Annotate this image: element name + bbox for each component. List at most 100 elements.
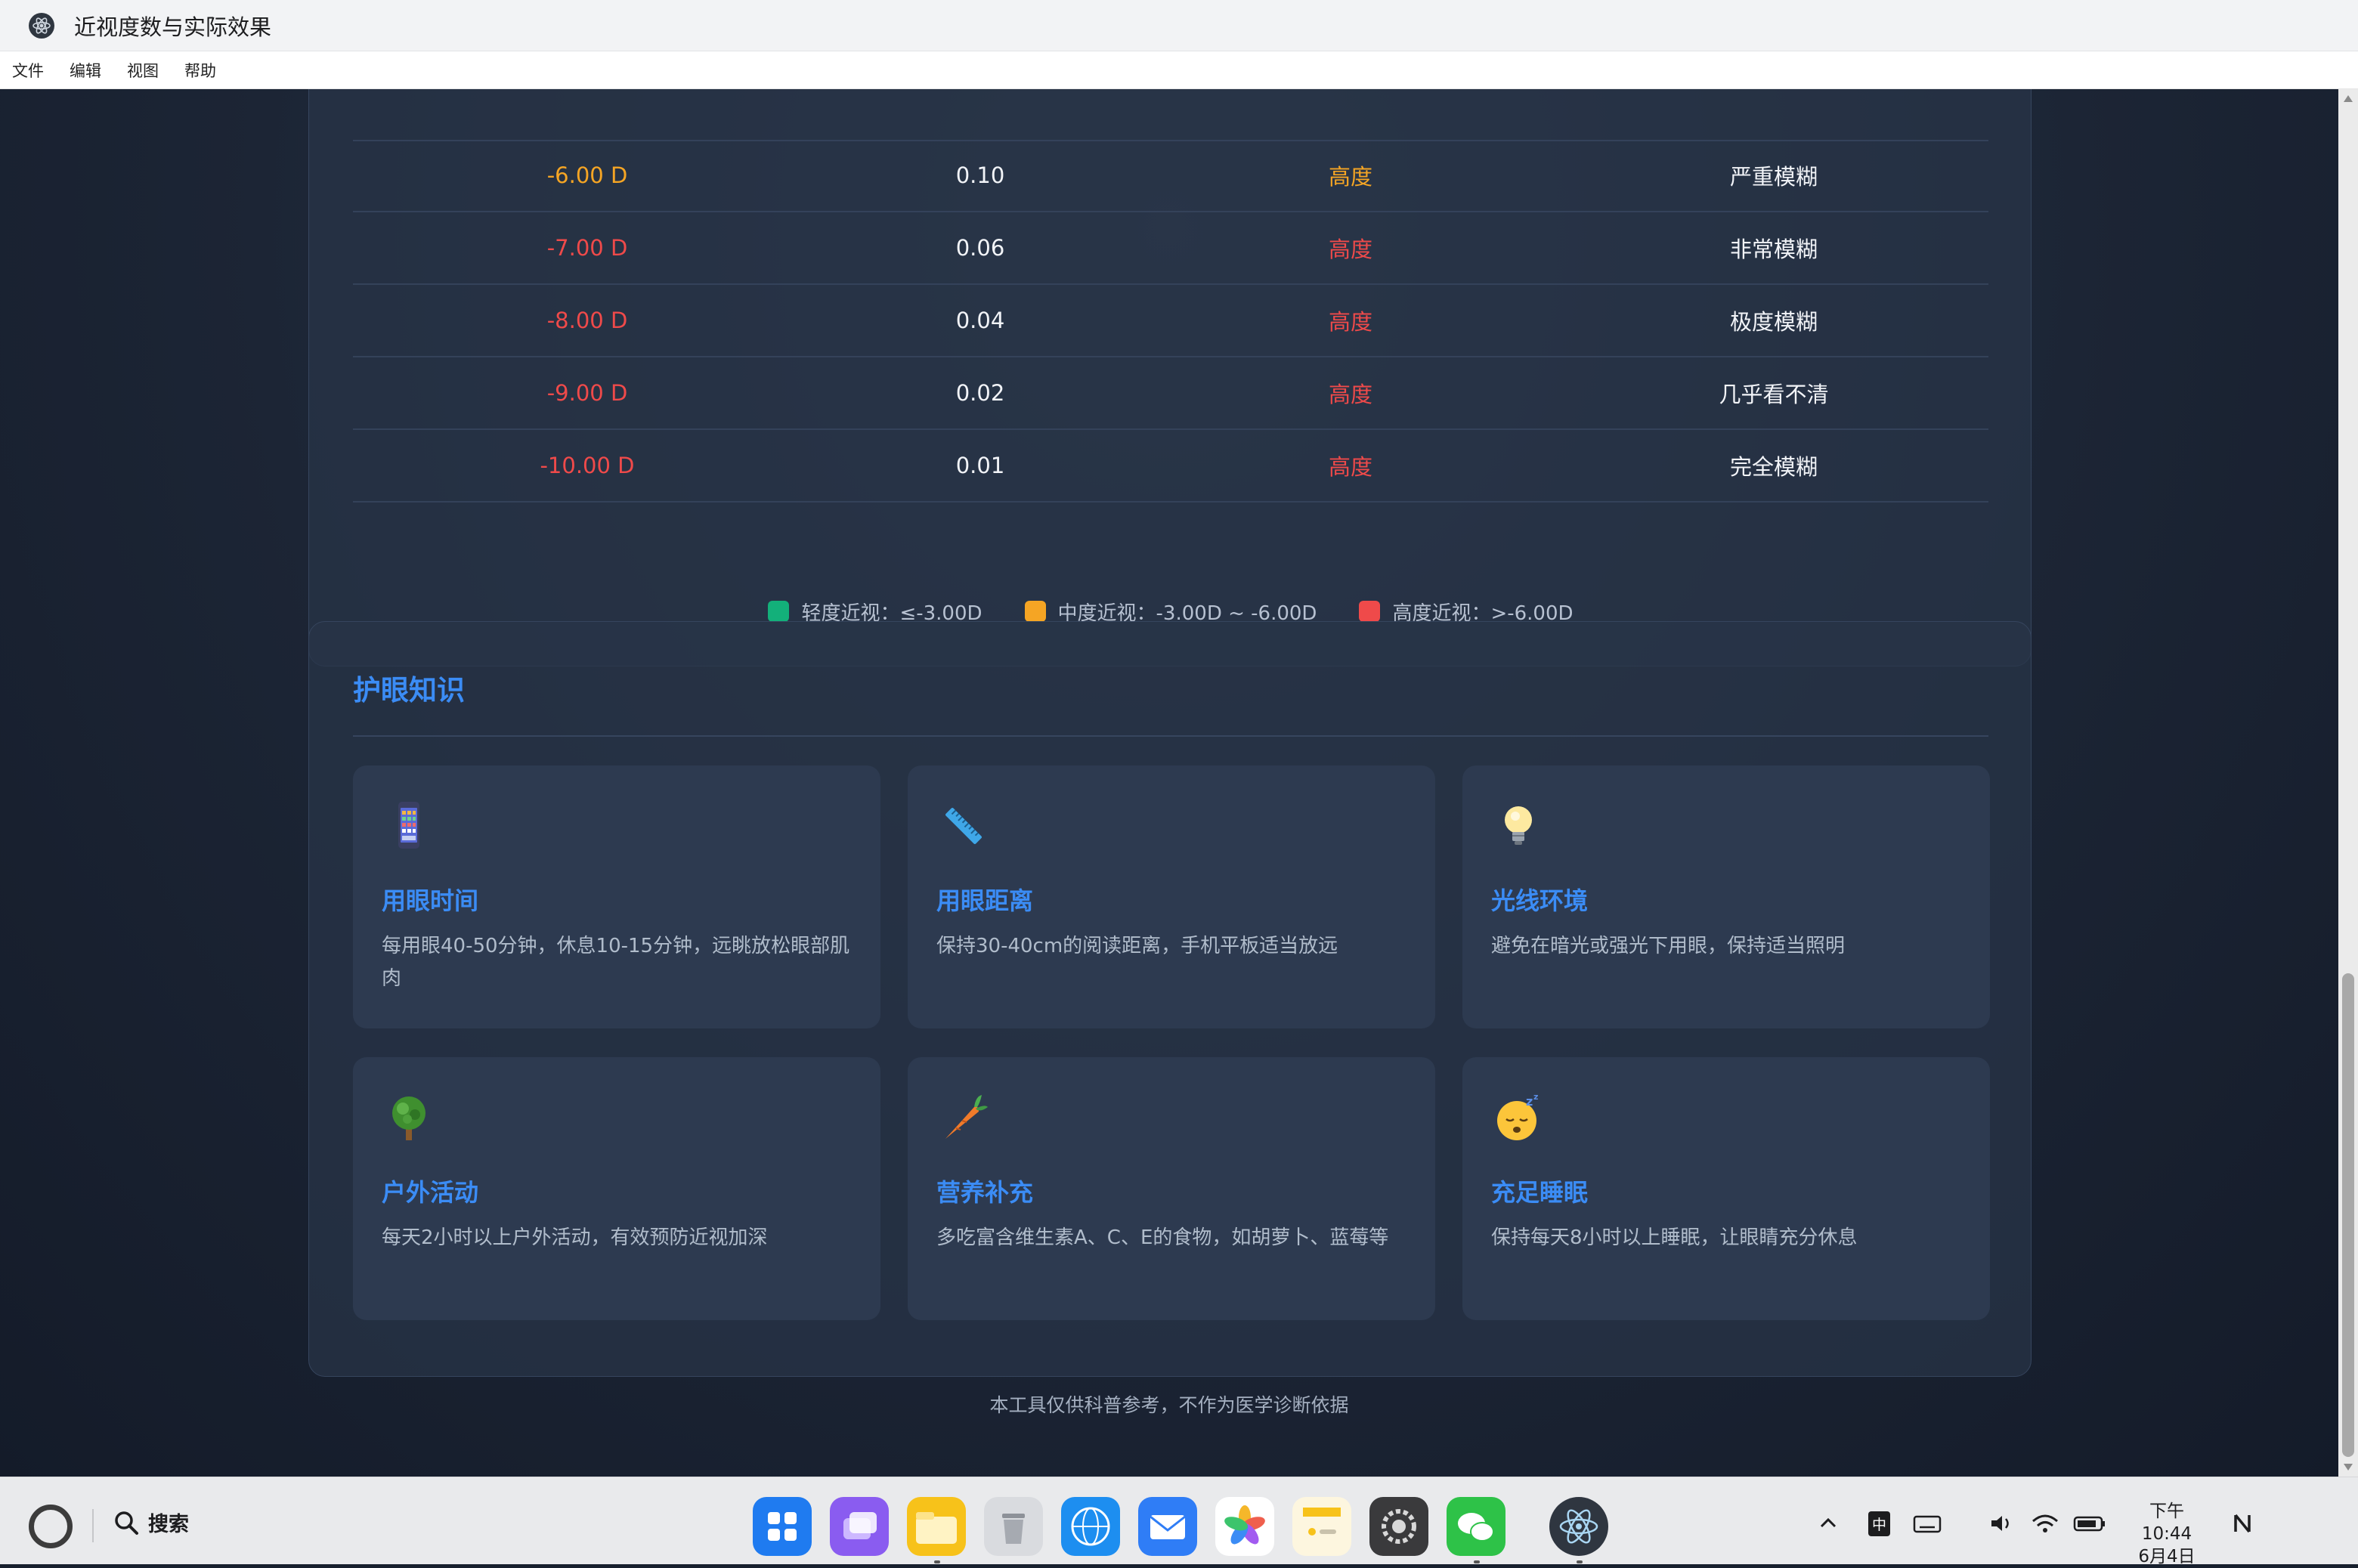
level-cell: 高度 [1328, 382, 1372, 407]
mail-icon[interactable] [1138, 1497, 1197, 1556]
window-title: 近视度数与实际效果 [74, 14, 272, 40]
effect-cell: 几乎看不清 [1719, 382, 1829, 407]
scroll-down-arrow-icon[interactable] [2344, 1464, 2353, 1471]
myopia-table-card: -6.00 D 0.10 高度 严重模糊 -7.00 D 0.06 高度 非常模糊 -8.00 … [308, 89, 2032, 666]
acuity-cell: 0.04 [955, 308, 1005, 333]
tray-expand[interactable] [1817, 1505, 1840, 1542]
tip-title-sleep: 充足睡眠 [1491, 1178, 1589, 1207]
section-divider [353, 735, 1988, 737]
clock-date: 6月4日 [2138, 1547, 2196, 1566]
tip-card-lighting: 光线环境 避免在暗光或强光下用眼，保持适当照明 [1462, 765, 1990, 1028]
table-row: -8.00 D 0.04 高度 极度模糊 [353, 285, 1988, 357]
acuity-cell: 0.10 [955, 162, 1005, 188]
wifi-icon[interactable] [2030, 1512, 2060, 1535]
light-bulb-icon [1491, 799, 1546, 853]
scroll-thumb[interactable] [2342, 973, 2354, 1457]
ruler-icon [936, 799, 991, 853]
tip-card-eye-distance: 用眼距离 保持30-40cm的阅读距离，手机平板适当放远 [908, 765, 1435, 1028]
eye-care-card: 护眼知识 用眼时间 每用眼40-50分钟，休息10-15分钟，远眺放松眼部肌肉 [308, 621, 2032, 1377]
browser-icon[interactable] [1061, 1497, 1120, 1556]
taskbar: 搜索 中 下午10:44 6月4日 [0, 1477, 2358, 1566]
tip-card-sleep: z z 充足睡眠 保持每天8小时以上睡眠，让眼睛充分休息 [1462, 1057, 1990, 1320]
acuity-cell: 0.02 [955, 380, 1005, 406]
tip-title-outdoor: 户外活动 [382, 1178, 479, 1207]
wechat-icon[interactable] [1447, 1497, 1505, 1556]
tip-title-nutrition: 营养补充 [936, 1178, 1034, 1207]
level-cell: 高度 [1328, 454, 1372, 480]
start-button[interactable] [29, 1505, 73, 1548]
multitask-icon[interactable] [830, 1497, 889, 1556]
scroll-up-arrow-icon[interactable] [2344, 95, 2353, 102]
battery-icon[interactable] [2072, 1512, 2107, 1535]
svg-text:z: z [1533, 1092, 1538, 1102]
running-indicator [934, 1560, 940, 1563]
files-icon[interactable] [907, 1497, 966, 1556]
tip-card-eye-time: 用眼时间 每用眼40-50分钟，休息10-15分钟，远眺放松眼部肌肉 [353, 765, 880, 1028]
tray-icons [1912, 1505, 2107, 1542]
effect-cell: 非常模糊 [1729, 237, 1818, 262]
legend-swatch-moderate [1024, 601, 1046, 622]
diopter-cell: -8.00 D [546, 308, 628, 333]
ime-indicator[interactable]: 中 [1868, 1505, 1891, 1542]
volume-icon[interactable] [1988, 1512, 2018, 1535]
tree-icon [382, 1090, 436, 1145]
diopter-cell: -7.00 D [546, 235, 628, 261]
level-cell: 高度 [1328, 309, 1372, 335]
eye-care-title: 护眼知识 [353, 674, 465, 707]
menu-edit[interactable]: 编辑 [67, 56, 104, 85]
table-top-divider [353, 140, 1988, 141]
notes-icon[interactable] [1292, 1497, 1351, 1556]
menu-view[interactable]: 视图 [124, 56, 162, 85]
search-icon [115, 1511, 138, 1535]
legend-swatch-mild [768, 601, 790, 622]
effect-cell: 极度模糊 [1729, 309, 1818, 335]
notification-center[interactable] [2230, 1505, 2255, 1542]
photos-icon[interactable] [1215, 1497, 1274, 1556]
carrot-icon [936, 1090, 991, 1145]
electron-icon[interactable] [1549, 1497, 1608, 1556]
acuity-cell: 0.06 [955, 235, 1005, 261]
content-viewport[interactable]: -6.00 D 0.10 高度 严重模糊 -7.00 D 0.06 高度 非常模糊 -8.00 … [0, 89, 2338, 1477]
settings-icon[interactable] [1369, 1497, 1428, 1556]
tip-title-lighting: 光线环境 [1491, 886, 1589, 915]
tip-text-sleep: 保持每天8小时以上睡眠，让眼睛充分休息 [1491, 1226, 1858, 1249]
menu-file[interactable]: 文件 [9, 56, 47, 85]
effect-cell: 严重模糊 [1729, 164, 1818, 190]
clock-time: 下午10:44 [2141, 1502, 2192, 1544]
vertical-scrollbar[interactable] [2338, 89, 2358, 1477]
ime-label: 中 [1868, 1511, 1891, 1536]
tip-text-lighting: 避免在暗光或强光下用眼，保持适当照明 [1491, 935, 1846, 957]
notification-icon [2234, 1514, 2251, 1533]
tip-text-nutrition: 多吃富含维生素A、C、E的食物，如胡萝卜、蓝莓等 [936, 1226, 1389, 1249]
table-row: -6.00 D 0.10 高度 严重模糊 [353, 140, 1988, 212]
taskbar-divider [92, 1509, 94, 1542]
tip-text-eye-distance: 保持30-40cm的阅读距离，手机平板适当放远 [936, 935, 1338, 957]
table-row: -10.00 D 0.01 高度 完全模糊 [353, 430, 1988, 503]
taskbar-search[interactable]: 搜索 [113, 1508, 189, 1537]
acuity-cell: 0.01 [955, 453, 1005, 478]
footer-disclaimer: 本工具仅供科普参考，不作为医学诊断依据 [989, 1394, 1349, 1416]
tip-title-eye-distance: 用眼距离 [936, 886, 1034, 915]
level-cell: 高度 [1328, 237, 1372, 262]
title-bar: 近视度数与实际效果 [0, 0, 2358, 51]
running-indicator [1474, 1560, 1480, 1563]
tip-text-eye-time: 每用眼40-50分钟，休息10-15分钟，远眺放松眼部肌肉 [382, 935, 850, 990]
clock[interactable]: 下午10:44 6月4日 [2125, 1500, 2208, 1568]
tip-card-outdoor: 户外活动 每天2小时以上户外活动，有效预防近视加深 [353, 1057, 880, 1320]
diopter-cell: -6.00 D [546, 162, 628, 188]
menu-help[interactable]: 帮助 [181, 56, 219, 85]
level-cell: 高度 [1328, 164, 1372, 190]
tip-card-nutrition: 营养补充 多吃富含维生素A、C、E的食物，如胡萝卜、蓝莓等 [908, 1057, 1435, 1320]
svg-text:z: z [1526, 1094, 1533, 1109]
phone-icon [382, 799, 436, 853]
legend-swatch-high [1359, 601, 1381, 622]
running-indicator [1577, 1560, 1583, 1563]
chevron-up-icon [1820, 1517, 1837, 1528]
effect-cell: 完全模糊 [1729, 454, 1818, 480]
app-grid-icon[interactable] [753, 1497, 812, 1556]
tip-title-eye-time: 用眼时间 [382, 886, 479, 915]
trash-icon[interactable] [984, 1497, 1043, 1556]
keyboard-icon[interactable] [1912, 1512, 1942, 1535]
diopter-cell: -9.00 D [546, 380, 628, 406]
sleeping-face-icon: z z [1491, 1090, 1546, 1145]
